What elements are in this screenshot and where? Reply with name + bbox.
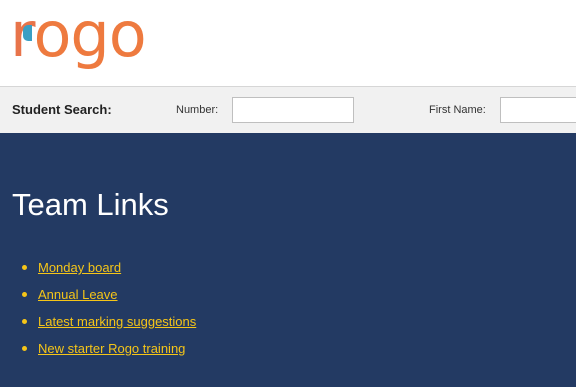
link-annual-leave[interactable]: Annual Leave (38, 287, 118, 302)
student-search-title: Student Search: (12, 102, 112, 117)
rogo-logo[interactable]: r ogo (10, 0, 147, 71)
list-item: Latest marking suggestions (22, 313, 196, 340)
bullet-icon (22, 292, 27, 297)
bullet-icon (22, 346, 27, 351)
number-input[interactable] (232, 97, 354, 123)
page-header: r ogo (0, 0, 576, 86)
logo-letters-ogo: ogo (33, 0, 147, 71)
list-item: Annual Leave (22, 286, 196, 313)
team-links-list: Monday board Annual Leave Latest marking… (22, 259, 196, 367)
page-title: Team Links (12, 187, 169, 222)
link-latest-marking-suggestions[interactable]: Latest marking suggestions (38, 314, 196, 329)
list-item: New starter Rogo training (22, 340, 196, 367)
list-item: Monday board (22, 259, 196, 286)
link-monday-board[interactable]: Monday board (38, 260, 121, 275)
logo-accent-icon (23, 25, 32, 41)
bullet-icon (22, 319, 27, 324)
first-name-input[interactable] (500, 97, 576, 123)
link-new-starter-training[interactable]: New starter Rogo training (38, 341, 185, 356)
student-search-bar: Student Search: Number: First Name: (0, 86, 576, 133)
first-name-label: First Name: (429, 104, 486, 116)
bullet-icon (22, 265, 27, 270)
number-label: Number: (176, 104, 219, 116)
team-links-panel: Team Links Monday board Annual Leave Lat… (0, 133, 576, 387)
